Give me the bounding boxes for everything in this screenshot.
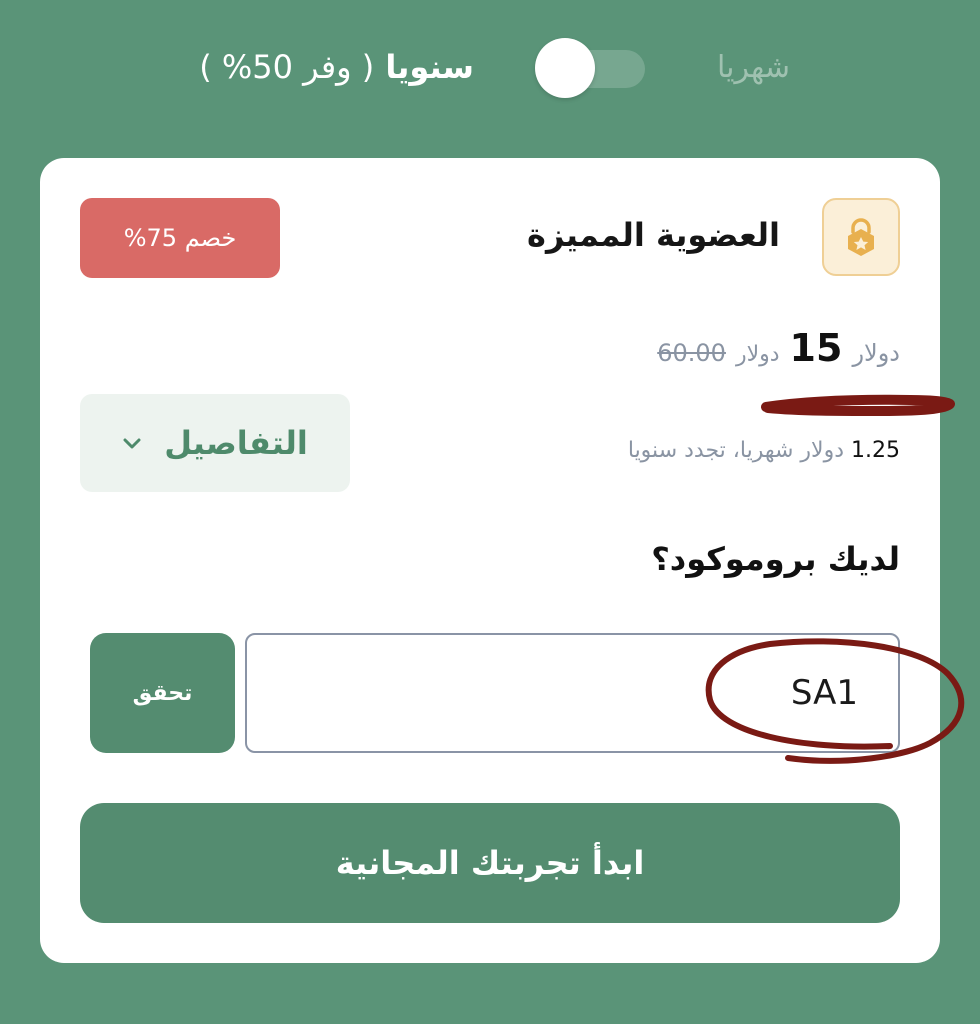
monthly-option-label[interactable]: شهريا [717, 50, 790, 85]
price-value: 15 [789, 326, 843, 370]
monthly-price-note: 1.25 دولار شهريا، تجدد سنويا [628, 438, 900, 463]
old-price-currency: دولار [735, 342, 780, 367]
chevron-down-icon [122, 431, 142, 455]
details-label: التفاصيل [164, 424, 308, 462]
old-price: 60.00 [657, 339, 726, 367]
promo-question: لديك بروموكود؟ [651, 540, 900, 578]
switch-knob [535, 38, 595, 98]
crown-lock-icon [822, 198, 900, 276]
plan-card: العضوية المميزة خصم 75% دولار 15 دولار 6… [40, 158, 965, 963]
circle-annotation [705, 638, 965, 764]
yearly-option-label[interactable]: سنويا ( وفر 50% ) [199, 48, 474, 86]
details-button[interactable]: التفاصيل [80, 394, 350, 492]
plan-title: العضوية المميزة [527, 216, 780, 254]
monthly-note-text: دولار شهريا، تجدد سنويا [627, 438, 845, 463]
discount-badge: خصم 75% [80, 198, 280, 278]
crown-lock-icon-svg [848, 218, 874, 256]
underline-annotation [761, 394, 955, 416]
price-row: دولار 15 دولار 60.00 [657, 326, 900, 370]
verify-button[interactable]: تحقق [90, 633, 235, 753]
start-free-trial-button[interactable]: ابدأ تجربتك المجانية [80, 803, 900, 923]
yearly-label: سنويا [385, 48, 474, 86]
billing-toggle-row: سنويا ( وفر 50% ) شهريا [0, 30, 980, 110]
monthly-amount: 1.25 [851, 438, 900, 463]
billing-period-switch[interactable] [535, 38, 645, 100]
price-currency: دولار [852, 339, 900, 367]
yearly-save-label: ( وفر 50% ) [199, 48, 375, 86]
